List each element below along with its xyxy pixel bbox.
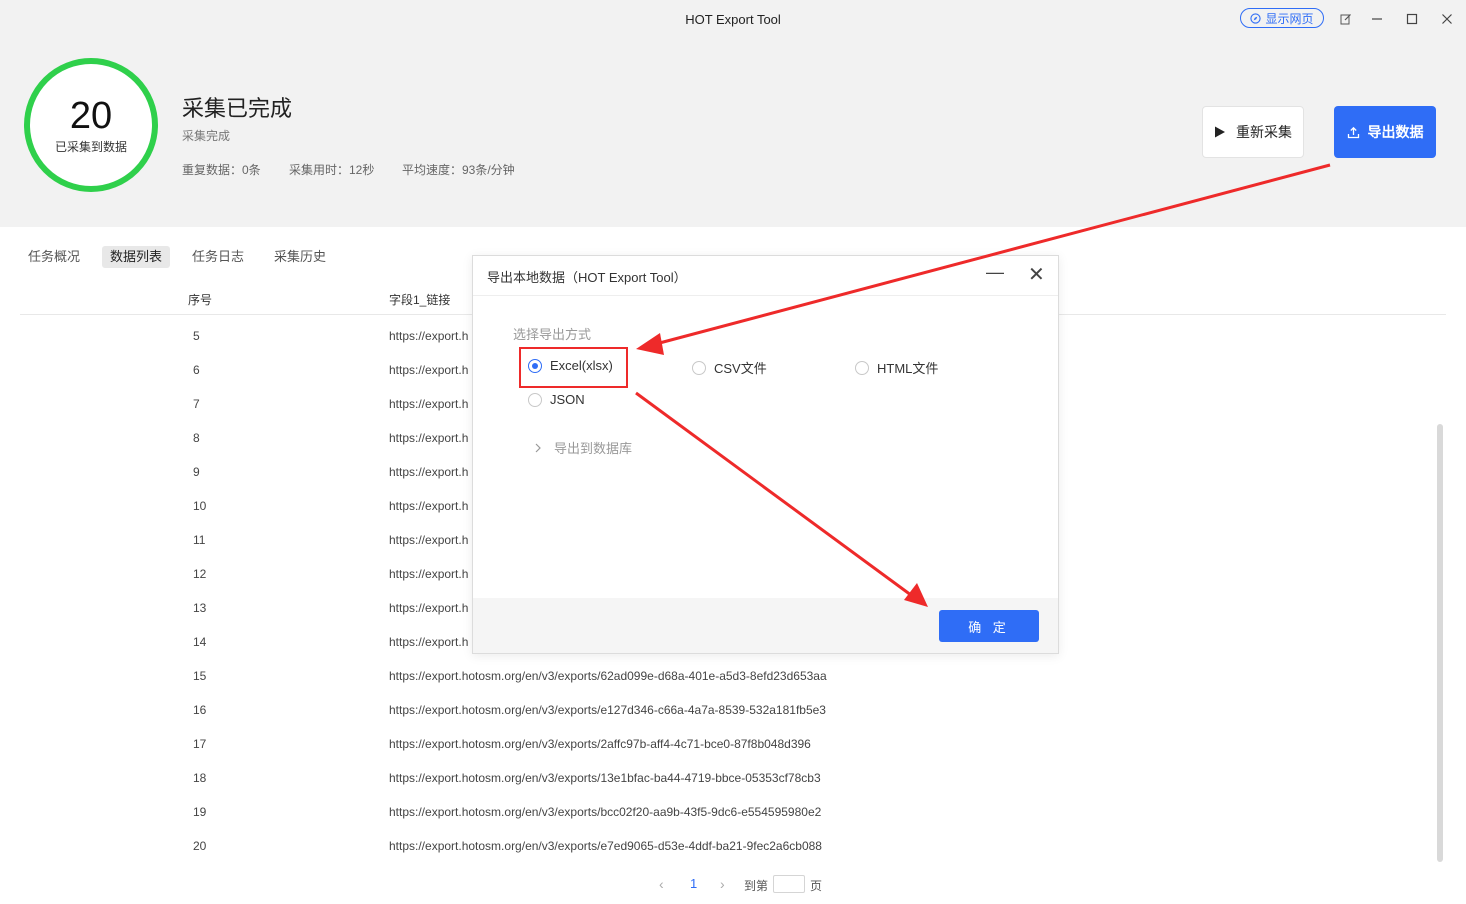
next-page-icon[interactable]: ›	[720, 876, 725, 892]
dialog-title: 导出本地数据（HOT Export Tool）	[487, 270, 687, 285]
row-index: 12	[193, 567, 207, 581]
row-link[interactable]: https://export.h	[389, 465, 468, 479]
stat-avg-speed: 平均速度：93条/分钟	[402, 163, 515, 177]
maximize-icon[interactable]	[1402, 8, 1422, 30]
row-index: 20	[193, 839, 207, 853]
pager-current-page[interactable]: 1	[690, 876, 697, 891]
export-data-button[interactable]: 导出数据	[1334, 106, 1436, 158]
compass-icon	[1250, 12, 1262, 24]
export-data-label: 导出数据	[1367, 124, 1424, 140]
radio-html-label: HTML文件	[877, 361, 939, 376]
export-to-database-label: 导出到数据库	[554, 441, 633, 456]
pager-goto-label: 到第	[744, 879, 769, 893]
row-index: 9	[193, 465, 200, 479]
highlight-box	[519, 347, 628, 388]
tab-data-list[interactable]: 数据列表	[102, 246, 171, 268]
row-link[interactable]: https://export.hotosm.org/en/v3/exports/…	[389, 839, 822, 853]
row-index: 17	[193, 737, 207, 751]
scrollbar[interactable]	[1437, 424, 1443, 862]
radio-csv-label: CSV文件	[714, 361, 767, 376]
radio-html[interactable]: HTML文件	[855, 358, 938, 377]
row-link[interactable]: https://export.h	[389, 499, 468, 513]
radio-unchecked-icon	[692, 360, 706, 375]
row-index: 18	[193, 771, 207, 785]
status-subtitle: 采集完成	[182, 129, 231, 143]
column-header-link: 字段1_链接	[389, 293, 451, 307]
show-web-label: 显示网页	[1265, 11, 1314, 26]
row-link[interactable]: https://export.h	[389, 431, 468, 445]
play-icon	[1215, 126, 1225, 138]
tab-task-log[interactable]: 任务日志	[184, 246, 252, 268]
pager-goto-input[interactable]	[773, 875, 805, 893]
row-index: 8	[193, 431, 200, 445]
row-link[interactable]: https://export.h	[389, 567, 468, 581]
minimize-icon[interactable]	[1367, 8, 1387, 30]
close-icon[interactable]	[1437, 8, 1457, 30]
recollect-label: 重新采集	[1236, 124, 1292, 140]
row-index: 14	[193, 635, 207, 649]
row-index: 13	[193, 601, 207, 615]
row-index: 6	[193, 363, 200, 377]
row-link[interactable]: https://export.h	[389, 329, 468, 343]
dialog-divider	[473, 295, 1058, 296]
radio-json[interactable]: JSON	[528, 392, 585, 407]
row-link[interactable]: https://export.hotosm.org/en/v3/exports/…	[389, 703, 826, 717]
count-ring: 20 已采集到数据	[24, 58, 158, 192]
row-index: 19	[193, 805, 207, 819]
dialog-minimize-icon[interactable]: —	[986, 262, 1004, 283]
tab-overview[interactable]: 任务概况	[20, 246, 88, 268]
radio-unchecked-icon	[528, 392, 542, 407]
row-index: 10	[193, 499, 207, 513]
row-link[interactable]: https://export.hotosm.org/en/v3/exports/…	[389, 805, 821, 819]
row-link[interactable]: https://export.h	[389, 601, 468, 615]
row-link[interactable]: https://export.h	[389, 635, 468, 649]
radio-unchecked-icon	[855, 360, 869, 375]
show-web-button[interactable]: 显示网页	[1240, 8, 1324, 28]
export-method-label: 选择导出方式	[513, 327, 592, 342]
row-link[interactable]: https://export.hotosm.org/en/v3/exports/…	[389, 771, 821, 785]
row-index: 7	[193, 397, 200, 411]
radio-csv[interactable]: CSV文件	[692, 358, 767, 377]
column-header-index: 序号	[188, 293, 213, 307]
stat-time-used: 采集用时：12秒	[289, 163, 375, 177]
edit-icon[interactable]	[1336, 8, 1356, 30]
row-index: 15	[193, 669, 207, 683]
export-to-database-toggle[interactable]: 导出到数据库	[534, 438, 632, 457]
row-link[interactable]: https://export.hotosm.org/en/v3/exports/…	[389, 737, 811, 751]
pager-page-label: 页	[810, 879, 823, 893]
confirm-button[interactable]: 确 定	[939, 610, 1039, 642]
row-link[interactable]: https://export.h	[389, 397, 468, 411]
collected-count: 20	[69, 94, 113, 137]
row-index: 16	[193, 703, 207, 717]
dialog-close-icon[interactable]: ✕	[1028, 262, 1045, 287]
status-title: 采集已完成	[182, 96, 293, 121]
row-index: 11	[193, 533, 206, 547]
chevron-right-icon	[535, 443, 541, 452]
tab-history[interactable]: 采集历史	[266, 246, 334, 268]
collected-count-label: 已采集到数据	[54, 139, 127, 154]
prev-page-icon[interactable]: ‹	[659, 876, 664, 892]
radio-json-label: JSON	[550, 392, 585, 407]
recollect-button[interactable]: 重新采集	[1202, 106, 1304, 158]
row-link[interactable]: https://export.h	[389, 533, 468, 547]
row-index: 5	[193, 329, 200, 343]
row-link[interactable]: https://export.hotosm.org/en/v3/exports/…	[389, 669, 827, 683]
stat-duplicates: 重复数据：0条	[182, 163, 261, 177]
row-link[interactable]: https://export.h	[389, 363, 468, 377]
upload-icon	[1347, 126, 1359, 138]
